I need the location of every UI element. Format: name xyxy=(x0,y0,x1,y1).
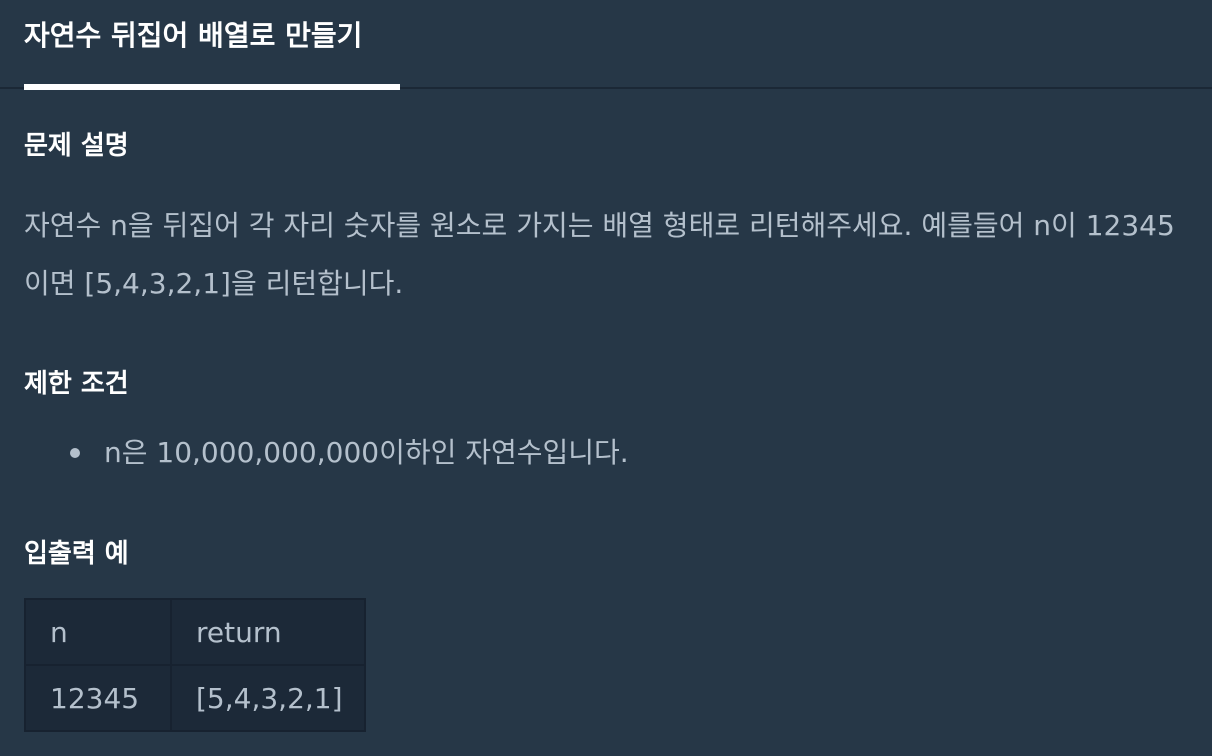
tab-title: 자연수 뒤집어 배열로 만들기 xyxy=(24,19,363,52)
table-header-return: return xyxy=(170,598,366,666)
tab-bar: 자연수 뒤집어 배열로 만들기 xyxy=(0,0,1212,90)
constraint-text: n은 10,000,000,000이하인 자연수입니다. xyxy=(104,436,629,469)
examples-table: n return 12345 [5,4,3,2,1] xyxy=(24,598,366,732)
examples-heading: 입출력 예 xyxy=(24,539,129,569)
constraints-heading: 제한 조건 xyxy=(24,369,129,399)
table-cell-n: 12345 xyxy=(24,664,172,732)
description-text: 자연수 n을 뒤집어 각 자리 숫자를 원소로 가지는 배열 형태로 리턴해주세… xyxy=(24,209,1175,300)
table-row: 12345 [5,4,3,2,1] xyxy=(24,664,366,732)
table-header-n: n xyxy=(24,598,172,666)
active-tab-indicator xyxy=(24,84,400,90)
table-cell-return: [5,4,3,2,1] xyxy=(170,664,366,732)
table-header-row: n return xyxy=(24,598,366,666)
tab-problem[interactable]: 자연수 뒤집어 배열로 만들기 xyxy=(24,0,400,90)
bullet-icon xyxy=(70,448,80,458)
description-heading: 문제 설명 xyxy=(24,131,129,161)
